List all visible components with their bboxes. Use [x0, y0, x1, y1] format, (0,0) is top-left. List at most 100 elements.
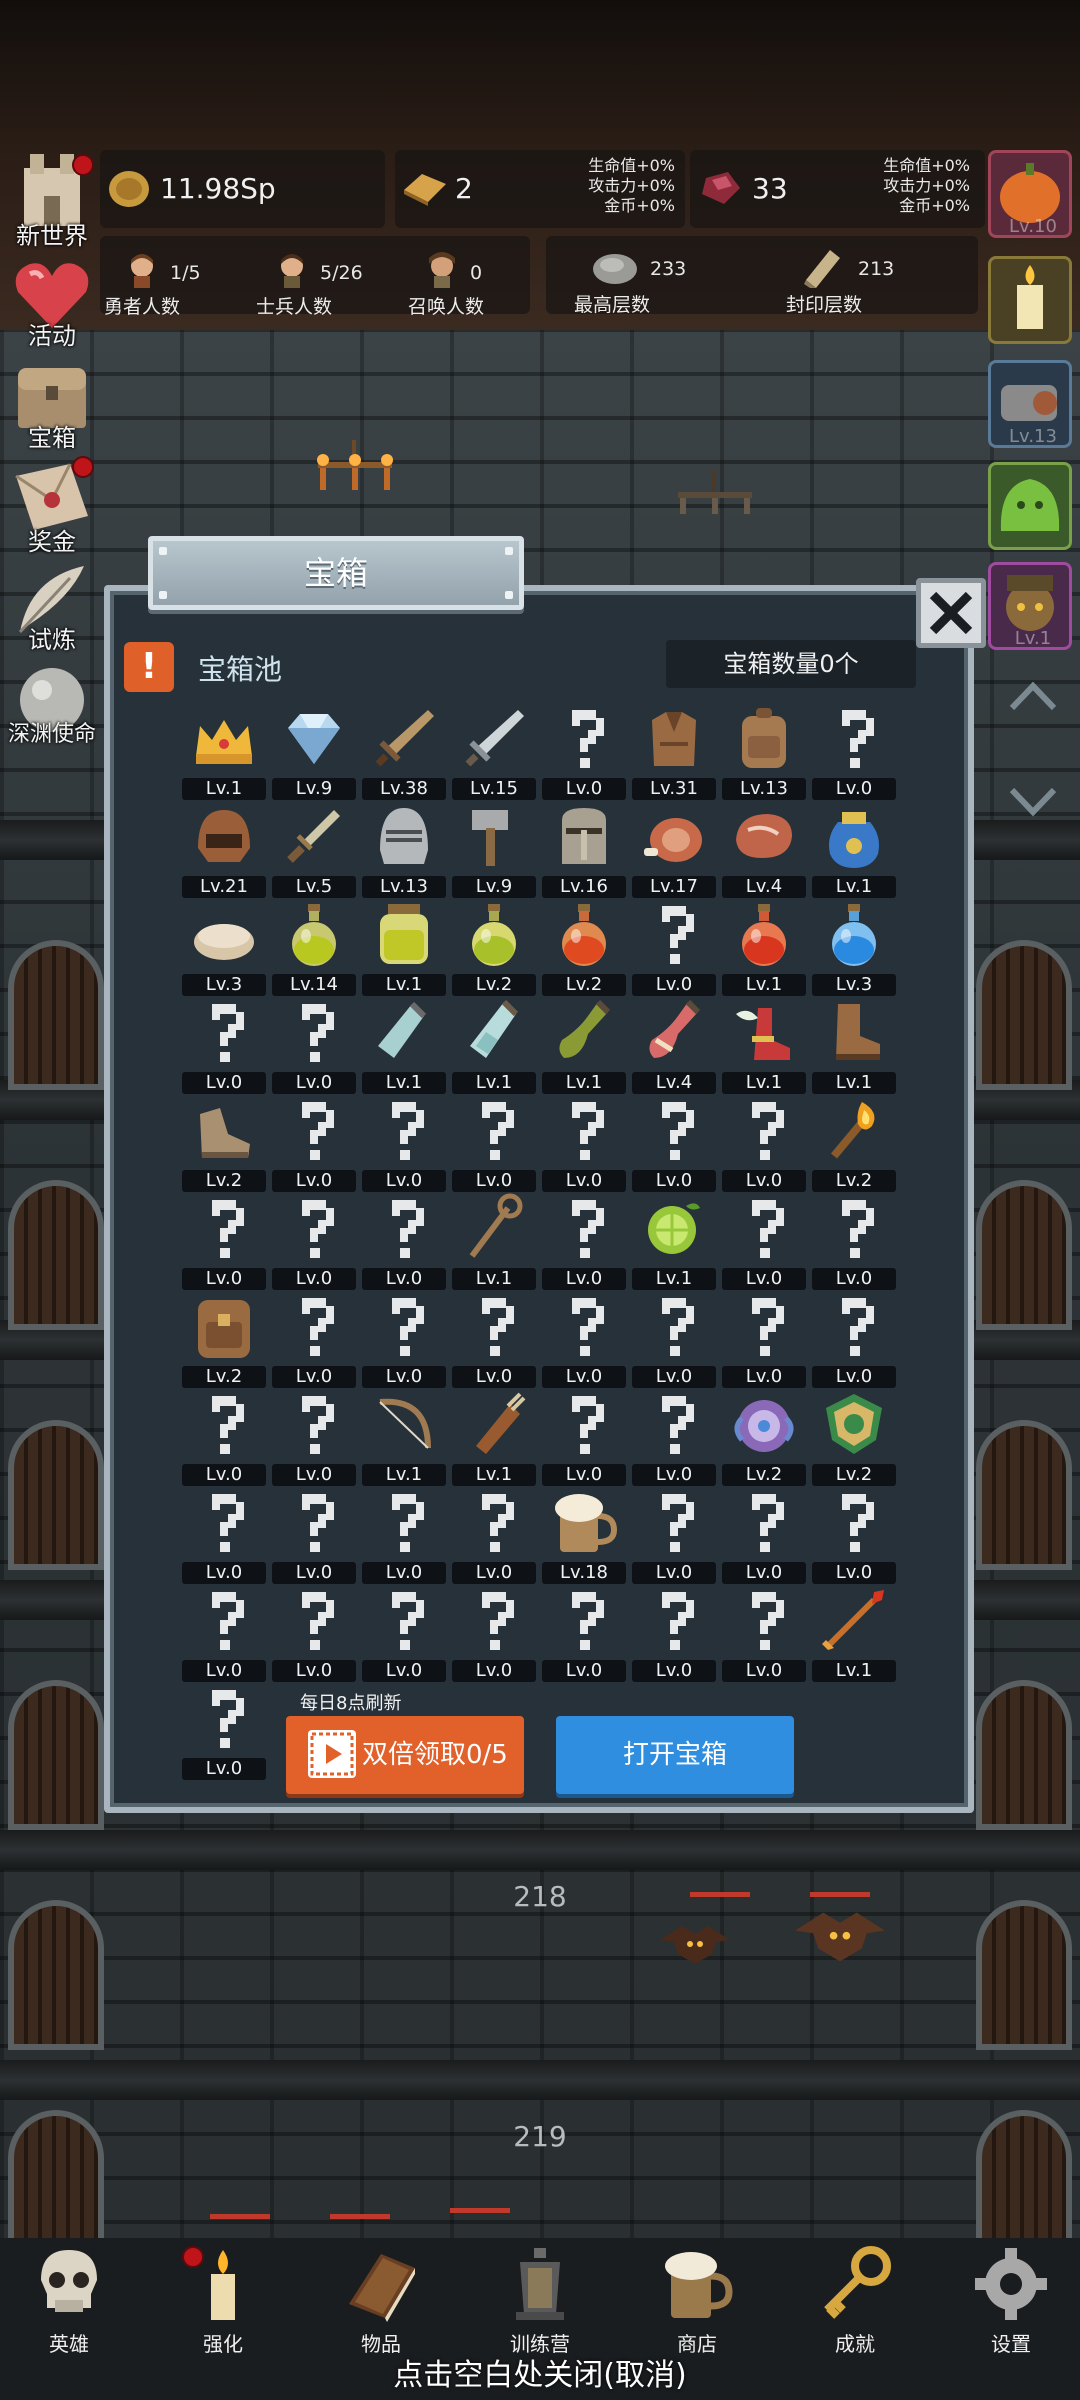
item-slot[interactable]: Lv.0: [362, 1094, 446, 1192]
item-slot[interactable]: Lv.9: [272, 702, 356, 800]
nav-heroes[interactable]: 英雄: [4, 2238, 134, 2358]
close-button[interactable]: [916, 578, 986, 648]
item-slot[interactable]: Lv.4: [632, 996, 716, 1094]
item-slot[interactable]: Lv.38: [362, 702, 446, 800]
item-slot[interactable]: Lv.1: [812, 996, 896, 1094]
item-slot[interactable]: Lv.0: [272, 1486, 356, 1584]
item-slot[interactable]: Lv.1: [542, 996, 626, 1094]
item-slot[interactable]: Lv.0: [272, 1094, 356, 1192]
double-claim-button[interactable]: 双倍领取0/5: [286, 1716, 524, 1794]
item-slot[interactable]: Lv.0: [632, 1486, 716, 1584]
item-slot[interactable]: Lv.0: [182, 1486, 266, 1584]
item-slot[interactable]: Lv.0: [452, 1094, 536, 1192]
item-slot[interactable]: Lv.0: [362, 1584, 446, 1682]
cannon-slot[interactable]: Lv.13: [988, 360, 1072, 448]
bat-icon[interactable]: [660, 1920, 730, 1970]
item-slot[interactable]: Lv.2: [812, 1388, 896, 1486]
item-slot[interactable]: Lv.0: [812, 702, 896, 800]
item-slot[interactable]: Lv.4: [722, 800, 806, 898]
item-slot[interactable]: Lv.0: [542, 1094, 626, 1192]
scroll-down-arrow-icon[interactable]: [1008, 786, 1058, 818]
item-slot[interactable]: Lv.0: [452, 1290, 536, 1388]
item-slot[interactable]: Lv.5: [272, 800, 356, 898]
item-slot[interactable]: Lv.0: [722, 1290, 806, 1388]
item-slot[interactable]: Lv.0: [542, 1388, 626, 1486]
item-slot[interactable]: Lv.0: [542, 1584, 626, 1682]
item-slot[interactable]: Lv.0: [632, 898, 716, 996]
item-slot[interactable]: Lv.2: [182, 1094, 266, 1192]
item-slot[interactable]: Lv.17: [632, 800, 716, 898]
item-slot[interactable]: Lv.0: [452, 1584, 536, 1682]
item-slot[interactable]: Lv.13: [362, 800, 446, 898]
monster-slot[interactable]: Lv.1: [988, 562, 1072, 650]
item-slot[interactable]: Lv.0: [452, 1486, 536, 1584]
item-slot[interactable]: Lv.0: [722, 1192, 806, 1290]
item-slot[interactable]: Lv.1: [722, 898, 806, 996]
item-slot[interactable]: Lv.2: [182, 1290, 266, 1388]
item-slot[interactable]: Lv.0: [272, 1388, 356, 1486]
item-slot[interactable]: Lv.0: [722, 1584, 806, 1682]
item-slot[interactable]: Lv.2: [452, 898, 536, 996]
item-slot[interactable]: Lv.14: [272, 898, 356, 996]
item-slot[interactable]: Lv.13: [722, 702, 806, 800]
reward-button[interactable]: 奖金: [2, 456, 102, 556]
item-slot[interactable]: Lv.16: [542, 800, 626, 898]
nav-training[interactable]: 训练营: [475, 2238, 605, 2358]
item-slot[interactable]: Lv.0: [182, 1584, 266, 1682]
nav-achievements[interactable]: 成就: [790, 2238, 920, 2358]
item-slot[interactable]: Lv.0: [362, 1486, 446, 1584]
item-slot[interactable]: Lv.0: [362, 1192, 446, 1290]
item-slot[interactable]: Lv.0: [182, 1682, 266, 1780]
new-world-button[interactable]: 新世界: [2, 150, 102, 250]
item-slot[interactable]: Lv.1: [632, 1192, 716, 1290]
item-slot[interactable]: Lv.0: [812, 1290, 896, 1388]
candle-slot[interactable]: [988, 256, 1072, 344]
scroll-up-arrow-icon[interactable]: [1008, 680, 1058, 712]
item-slot[interactable]: Lv.0: [272, 1584, 356, 1682]
tap-to-close-hint[interactable]: 点击空白处关闭(取消): [0, 2350, 1080, 2394]
item-slot[interactable]: Lv.0: [542, 1290, 626, 1388]
slime-slot[interactable]: [988, 462, 1072, 550]
item-slot[interactable]: Lv.0: [362, 1290, 446, 1388]
item-slot[interactable]: Lv.0: [632, 1388, 716, 1486]
item-slot[interactable]: Lv.0: [722, 1094, 806, 1192]
bat-icon[interactable]: [795, 1905, 885, 1969]
item-slot[interactable]: Lv.2: [812, 1094, 896, 1192]
item-slot[interactable]: Lv.3: [182, 898, 266, 996]
nav-settings[interactable]: 设置: [946, 2238, 1076, 2358]
item-slot[interactable]: Lv.0: [632, 1290, 716, 1388]
pumpkin-slot[interactable]: Lv.10: [988, 150, 1072, 238]
item-slot[interactable]: Lv.3: [812, 898, 896, 996]
item-slot[interactable]: Lv.1: [452, 996, 536, 1094]
item-slot[interactable]: Lv.1: [452, 1388, 536, 1486]
event-button[interactable]: 活动: [2, 252, 102, 350]
item-slot[interactable]: Lv.0: [182, 996, 266, 1094]
item-slot[interactable]: Lv.0: [272, 1192, 356, 1290]
item-slot[interactable]: Lv.0: [542, 1192, 626, 1290]
item-slot[interactable]: Lv.1: [362, 996, 446, 1094]
item-slot[interactable]: Lv.1: [812, 800, 896, 898]
item-slot[interactable]: Lv.1: [722, 996, 806, 1094]
item-slot[interactable]: Lv.0: [272, 996, 356, 1094]
item-slot[interactable]: Lv.0: [632, 1094, 716, 1192]
item-slot[interactable]: Lv.9: [452, 800, 536, 898]
item-slot[interactable]: Lv.1: [362, 898, 446, 996]
item-slot[interactable]: Lv.2: [722, 1388, 806, 1486]
item-slot[interactable]: Lv.21: [182, 800, 266, 898]
item-slot[interactable]: Lv.0: [542, 702, 626, 800]
item-slot[interactable]: Lv.0: [182, 1192, 266, 1290]
open-chest-button[interactable]: 打开宝箱: [556, 1716, 794, 1794]
item-slot[interactable]: Lv.1: [812, 1584, 896, 1682]
item-slot[interactable]: Lv.1: [362, 1388, 446, 1486]
item-slot[interactable]: Lv.15: [452, 702, 536, 800]
item-slot[interactable]: Lv.0: [632, 1584, 716, 1682]
trial-button[interactable]: 试炼: [2, 558, 102, 654]
item-slot[interactable]: Lv.0: [272, 1290, 356, 1388]
nav-enhance[interactable]: 强化: [158, 2238, 288, 2358]
item-slot[interactable]: Lv.18: [542, 1486, 626, 1584]
item-slot[interactable]: Lv.31: [632, 702, 716, 800]
abyss-mission-button[interactable]: 深渊使命: [2, 660, 102, 750]
item-slot[interactable]: Lv.2: [542, 898, 626, 996]
item-slot[interactable]: Lv.0: [722, 1486, 806, 1584]
chest-button[interactable]: 宝箱: [2, 354, 102, 452]
